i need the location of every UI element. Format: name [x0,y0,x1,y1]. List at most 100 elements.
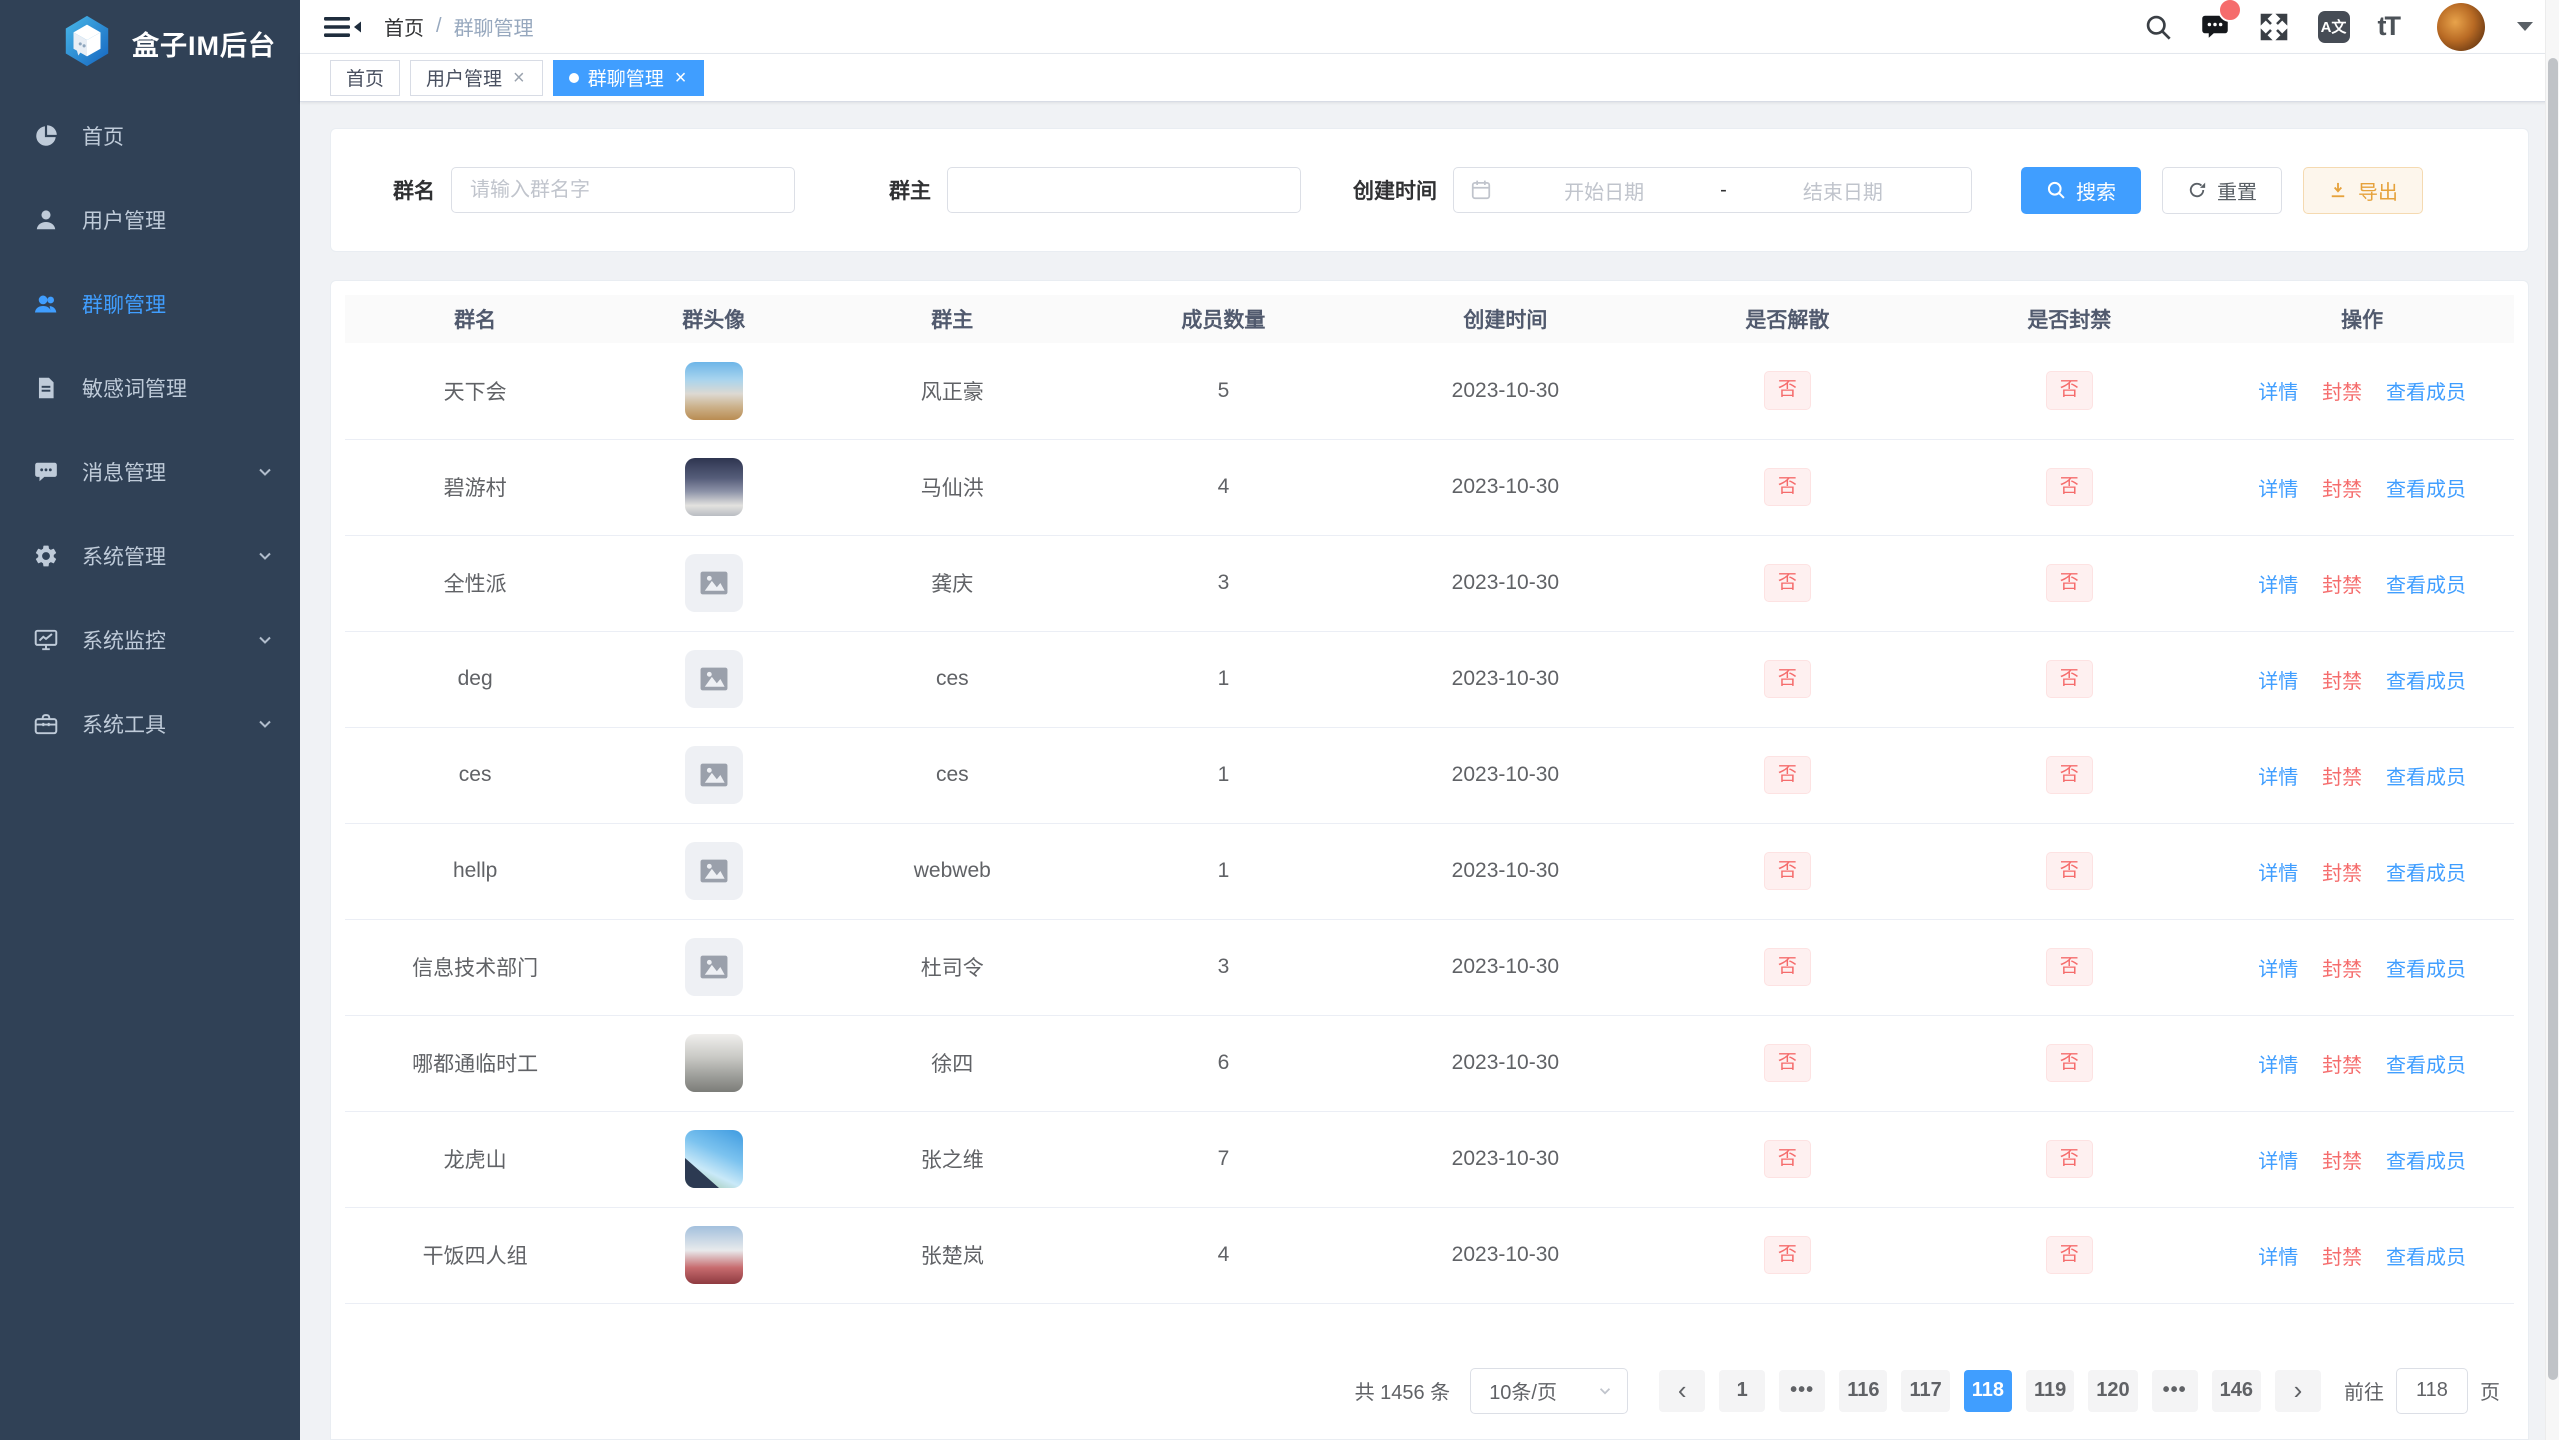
detail-link[interactable]: 详情 [2258,382,2298,404]
view-members-link[interactable]: 查看成员 [2386,1247,2466,1269]
cell-actions: 详情 封禁 查看成员 [2210,1111,2514,1207]
pager-item[interactable]: ‹ [1659,1370,1705,1412]
ban-link[interactable]: 封禁 [2322,1247,2362,1269]
detail-link[interactable]: 详情 [2258,479,2298,501]
ban-link[interactable]: 封禁 [2322,863,2362,885]
close-icon[interactable]: × [673,68,689,88]
dissolved-badge: 否 [1764,660,1811,699]
pager-item[interactable]: ••• [2152,1370,2198,1412]
view-members-link[interactable]: 查看成员 [2386,1055,2466,1077]
breadcrumb-home[interactable]: 首页 [384,12,424,41]
cell-banned: 否 [1928,1207,2210,1303]
pager-item[interactable]: ••• [1779,1370,1825,1412]
avatar[interactable] [2437,3,2485,51]
table-row: 龙虎山 张之维 [345,1111,2514,1207]
sidebar-item[interactable]: 消息管理 [0,430,300,514]
ban-link[interactable]: 封禁 [2322,575,2362,597]
ban-link[interactable]: 封禁 [2322,671,2362,693]
detail-link[interactable]: 详情 [2258,863,2298,885]
page-tab[interactable]: 首页 [330,60,400,96]
pager-item[interactable]: 120 [2088,1370,2137,1412]
main-area: 首页 / 群聊管理 A文 tT [300,0,2559,1440]
fullscreen-icon[interactable] [2258,11,2290,43]
ban-link[interactable]: 封禁 [2322,1151,2362,1173]
owner-input[interactable] [947,167,1301,213]
pager-item[interactable]: 117 [1901,1370,1949,1412]
goto-label: 前往 [2344,1376,2384,1405]
cell-created-time: 2023-10-30 [1364,535,1646,631]
detail-link[interactable]: 详情 [2258,575,2298,597]
view-members-link[interactable]: 查看成员 [2386,575,2466,597]
table-row: deg ces [345,631,2514,727]
search-button[interactable]: 搜索 [2021,167,2141,214]
cell-group-name: ces [345,727,605,823]
detail-link[interactable]: 详情 [2258,959,2298,981]
page-size-select[interactable]: 10条/页 [1470,1368,1628,1414]
sidebar-item[interactable]: 敏感词管理 [0,346,300,430]
detail-link[interactable]: 详情 [2258,767,2298,789]
sidebar-item[interactable]: 首页 [0,94,300,178]
sidebar-item[interactable]: 系统工具 [0,682,300,766]
reset-button[interactable]: 重置 [2162,167,2282,214]
ban-link[interactable]: 封禁 [2322,767,2362,789]
date-range-picker[interactable]: 开始日期 - 结束日期 [1453,167,1972,213]
text-size-icon[interactable]: tT [2378,11,2399,42]
view-members-link[interactable]: 查看成员 [2386,671,2466,693]
pager-item[interactable]: › [2275,1370,2321,1412]
close-icon[interactable]: × [511,68,527,88]
ban-link[interactable]: 封禁 [2322,1055,2362,1077]
scrollbar-thumb[interactable] [2548,58,2558,1380]
sidebar-item[interactable]: 用户管理 [0,178,300,262]
page-tab[interactable]: 群聊管理 × [553,60,705,96]
sidebar-item[interactable]: 系统管理 [0,514,300,598]
language-icon[interactable]: A文 [2318,11,2350,43]
view-members-link[interactable]: 查看成员 [2386,382,2466,404]
banned-badge: 否 [2046,756,2093,795]
cell-group-avatar [605,343,822,439]
app-logo[interactable]: 盒子IM后台 [0,0,300,86]
view-members-link[interactable]: 查看成员 [2386,479,2466,501]
group-table: 群名群头像群主成员数量创建时间是否解散是否封禁操作 天下会 [345,295,2514,1304]
cell-group-avatar [605,535,822,631]
end-date-placeholder: 结束日期 [1731,176,1955,205]
created-time-label: 创建时间 [1353,175,1437,205]
page-tab[interactable]: 用户管理 × [410,60,543,96]
user-menu-caret-icon[interactable] [2517,22,2533,31]
ban-link[interactable]: 封禁 [2322,959,2362,981]
banned-badge: 否 [2046,660,2093,699]
cell-group-name: 全性派 [345,535,605,631]
pager-item[interactable]: 116 [1839,1370,1887,1412]
pager-item[interactable]: 1 [1719,1370,1765,1412]
group-name-input[interactable] [451,167,795,213]
export-button[interactable]: 导出 [2303,167,2423,214]
messages-icon[interactable] [2200,12,2230,42]
goto-page-input[interactable] [2396,1368,2468,1414]
detail-link[interactable]: 详情 [2258,1247,2298,1269]
detail-link[interactable]: 详情 [2258,1055,2298,1077]
ban-link[interactable]: 封禁 [2322,382,2362,404]
ban-link[interactable]: 封禁 [2322,479,2362,501]
cell-created-time: 2023-10-30 [1364,1111,1646,1207]
cell-owner: 龚庆 [822,535,1082,631]
sidebar-item[interactable]: 系统监控 [0,598,300,682]
pager-item[interactable]: 146 [2212,1370,2261,1412]
cell-group-name: hellp [345,823,605,919]
breadcrumb-current: 群聊管理 [454,12,534,41]
search-icon[interactable] [2144,13,2172,41]
detail-link[interactable]: 详情 [2258,671,2298,693]
pager-item[interactable]: 118 [1964,1370,2012,1412]
view-members-link[interactable]: 查看成员 [2386,959,2466,981]
view-members-link[interactable]: 查看成员 [2386,863,2466,885]
sidebar-item[interactable]: 群聊管理 [0,262,300,346]
cell-banned: 否 [1928,919,2210,1015]
chevron-down-icon [256,463,274,481]
view-members-link[interactable]: 查看成员 [2386,767,2466,789]
cell-actions: 详情 封禁 查看成员 [2210,919,2514,1015]
view-members-link[interactable]: 查看成员 [2386,1151,2466,1173]
cell-created-time: 2023-10-30 [1364,727,1646,823]
sidebar-collapse-icon[interactable] [324,12,362,42]
pager-item[interactable]: 119 [2026,1370,2074,1412]
detail-link[interactable]: 详情 [2258,1151,2298,1173]
scrollbar-track[interactable] [2545,0,2559,1440]
cell-actions: 详情 封禁 查看成员 [2210,631,2514,727]
